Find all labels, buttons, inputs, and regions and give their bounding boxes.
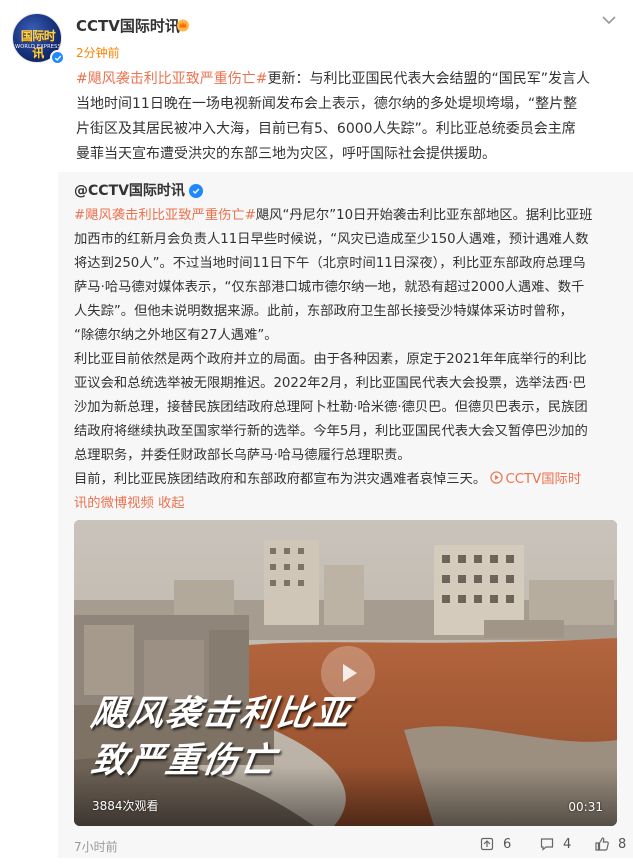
video-duration: 00:31	[568, 800, 603, 814]
repost-text-line: 利比亚目前依然是两个政府并立的局面。由于各种因素，原定于2021年年底举行的利比	[74, 352, 587, 367]
topic-link[interactable]: #飓风袭击利比亚致严重伤亡#	[74, 208, 256, 223]
repost-time[interactable]: 7小时前	[74, 838, 118, 855]
repost-text-line: 总理职务，并委任财政部长乌萨马·哈马德履行总理职责。	[74, 448, 411, 463]
avatar-logo-subtext: WORLD EXPRESS	[15, 44, 61, 50]
video-link-text[interactable]: CCTV国际时	[505, 472, 581, 487]
post-text: #飓风袭击利比亚致严重伤亡#更新：与利比亚国民代表大会结盟的“国民军”发言人 当…	[76, 67, 621, 167]
video-player[interactable]: 飓风袭击利比亚 致严重伤亡 3884次观看 00:31	[74, 520, 617, 826]
post-text-line: 当地时间11日晚在一场电视新闻发布会上表示，德尔纳的多处堤坝垮塌，“整片整	[76, 96, 578, 112]
reposted-weibo[interactable]: @CCTV国际时讯 #飓风袭击利比亚致严重伤亡#飓风“丹尼尔”10日开始袭击利比…	[58, 172, 633, 858]
repost-icon	[480, 837, 494, 851]
topic-link[interactable]: #飓风袭击利比亚致严重伤亡#	[76, 71, 267, 87]
repost-text-line: #飓风袭击利比亚致严重伤亡#飓风“丹尼尔”10日开始袭击利比亚东部地区。据利比亚…	[74, 204, 622, 228]
account-name[interactable]: CCTV国际时讯	[76, 15, 180, 36]
repost-text: #飓风袭击利比亚致严重伤亡#飓风“丹尼尔”10日开始袭击利比亚东部地区。据利比亚…	[74, 204, 622, 516]
repost-text-segment: 飓风“丹尼尔”10日开始袭击利比亚东部地区。据利比亚班	[255, 208, 593, 223]
repost-text-line: 目前，利比亚民族团结政府和东部政府都宣布为洪灾遇难者哀悼三天。 CCTV国际时	[74, 468, 622, 492]
repost-text-line: “除德尔纳之外地区有27人遇难”。	[74, 328, 278, 343]
view-count: 3884次观看	[92, 799, 159, 813]
avatar[interactable]: 国际时讯 WORLD EXPRESS	[12, 13, 65, 65]
like-button[interactable]: 8	[594, 836, 626, 852]
comment-count: 4	[563, 836, 572, 852]
post-header: 国际时讯 WORLD EXPRESS CCTV国际时讯 2分钟前	[0, 0, 633, 70]
more-chevron-icon[interactable]	[599, 12, 619, 28]
post-text-segment: 更新：与利比亚国民代表大会结盟的“国民军”发言人	[267, 71, 590, 87]
repost-count: 6	[503, 836, 512, 852]
repost-text-line: 亚议会和总统选举被无限期推迟。2022年2月，利比亚国民代表大会投票，选举法西·…	[74, 376, 586, 391]
video-caption-line-2: 致严重伤亡	[88, 741, 280, 781]
post-text-line: 片街区及其居民被冲入大海，目前已有5、6000人失踪”。利比亚总统委员会主席	[76, 121, 576, 137]
repost-text-segment: 目前，利比亚民族团结政府和东部政府都宣布为洪灾遇难者哀悼三天。	[74, 472, 487, 487]
repost-text-line: 沙加为新总理，接替民族团结政府总理阿卜杜勒·哈米德·德贝巴。但德贝巴表示，民族团	[74, 400, 588, 415]
post-time[interactable]: 2分钟前	[76, 44, 120, 61]
verified-icon	[189, 184, 203, 198]
post-text-line: #飓风袭击利比亚致严重伤亡#更新：与利比亚国民代表大会结盟的“国民军”发言人	[76, 67, 621, 92]
collapse-link[interactable]: 收起	[158, 496, 185, 511]
repost-author-link[interactable]: @CCTV国际时讯	[74, 180, 185, 200]
post-text-line: 曼菲当天宣布遭受洪灾的东部三地为灾区，呼吁国际社会提供援助。	[76, 146, 496, 162]
repost-text-line: 加西市的红新月会负责人11日早些时候说，“风灾已造成至少150人遇难，预计遇难人…	[74, 232, 589, 247]
comment-button[interactable]: 4	[539, 836, 571, 852]
video-link-continued[interactable]: 讯的微博视频	[74, 496, 154, 511]
verified-icon	[50, 50, 65, 65]
repost-text-line: 人失踪”。但他未说明数据来源。此前，东部政府卫生部长接受沙特媒体采访时曾称，	[74, 304, 573, 319]
like-count: 8	[618, 836, 627, 852]
repost-text-line: 结政府将继续执政至国家举行新的选举。今年5月，利比亚国民代表大会又暂停巴沙加的	[74, 424, 588, 439]
video-link[interactable]: CCTV国际时	[490, 471, 581, 487]
play-icon	[490, 471, 504, 484]
like-icon	[595, 837, 609, 851]
vip-crown-icon[interactable]	[176, 18, 190, 32]
repost-text-line: 将达到250人”。不过当地时间11日下午（北京时间11日深夜），利比亚东部政府总…	[74, 256, 586, 271]
comment-icon	[540, 838, 554, 851]
repost-text-line: 讯的微博视频 收起	[74, 492, 622, 516]
repost-button[interactable]: 6	[479, 836, 511, 852]
repost-text-line: 萨马·哈马德对媒体表示，“仅东部港口城市德尔纳一地，就恐有超过2000人遇难、数…	[74, 280, 585, 295]
video-caption-line-1: 飓风袭击利比亚	[88, 694, 354, 734]
